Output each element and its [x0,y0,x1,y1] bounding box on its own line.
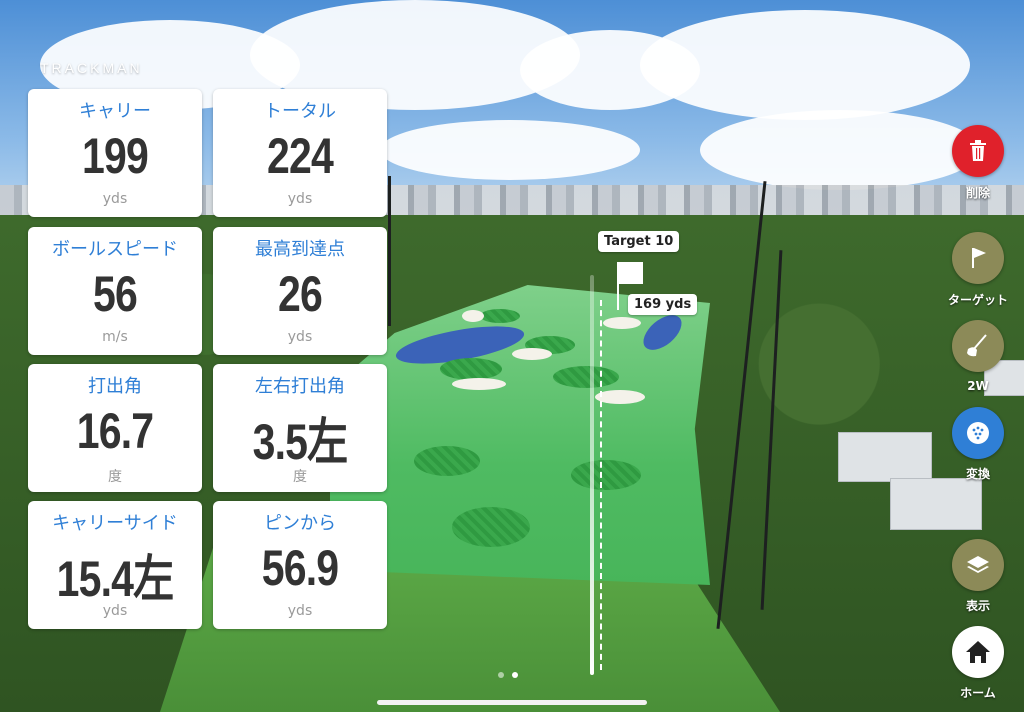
carry-line [600,300,602,670]
layers-icon [967,556,989,573]
cloud [640,10,970,120]
stat-label: トータル [264,101,336,122]
stat-card-launch-direction: 左右打出角 3.5左 度 [213,364,387,492]
net-pole [388,176,391,326]
stat-value: 3.5左 [252,414,349,470]
home-icon [966,641,990,663]
home-button[interactable] [952,626,1004,678]
bunker [512,348,552,360]
convert-button[interactable] [952,407,1004,459]
stat-unit: 度 [293,469,307,485]
target-name-tag: Target 10 [598,231,680,252]
view-button[interactable] [952,539,1004,591]
stat-label: 打出角 [88,376,142,397]
target-distance: 169 yds [634,297,692,312]
building [838,432,932,482]
flag-icon [972,248,986,268]
trash-icon [970,140,986,161]
stat-label: 左右打出角 [255,376,345,397]
target-green [480,309,520,323]
stat-value: 224 [267,128,334,184]
stat-value: 199 [82,128,149,184]
stat-value: 26 [278,266,323,322]
delete-button[interactable] [952,125,1004,177]
stat-unit: yds [287,191,313,207]
cloud [700,110,980,190]
page-dot[interactable] [498,672,504,678]
page-indicator[interactable] [498,672,518,678]
target-label: ターゲット [947,293,1008,307]
club-icon [967,334,987,357]
stat-label: キャリーサイド [52,513,178,534]
stat-unit: yds [287,603,313,619]
stat-card-from-pin: ピンから 56.9 yds [213,501,387,629]
stat-value: 15.4左 [56,551,175,607]
home-label: ホーム [960,686,996,700]
stat-value: 56.9 [261,540,339,596]
bunker [603,317,641,329]
convert-label: 変換 [965,467,990,481]
stat-card-carry-side: キャリーサイド 15.4左 yds [28,501,202,629]
target-flag-icon [619,262,643,284]
stat-value: 16.7 [76,403,154,459]
target-green [553,366,619,388]
delete-label: 削除 [965,186,990,200]
ball-trace [590,275,594,675]
club-label: 2W [967,379,989,393]
target-green [414,446,480,476]
cloud [380,120,640,180]
stat-label: ボールスピード [52,239,178,260]
stat-card-total: トータル 224 yds [213,89,387,217]
bunker [452,378,506,390]
target-name: Target 10 [604,234,674,249]
ball-icon [967,422,989,444]
target-green [440,358,502,380]
stat-label: 最高到達点 [255,239,345,260]
stat-unit: m/s [102,329,128,345]
target-button[interactable] [952,232,1004,284]
view-label: 表示 [965,599,990,613]
stat-card-launch-angle: 打出角 16.7 度 [28,364,202,492]
building [890,478,982,530]
stat-label: キャリー [79,101,151,122]
club-button[interactable] [952,320,1004,372]
stat-unit: yds [102,603,128,619]
page-dot-active[interactable] [512,672,518,678]
stat-unit: yds [102,191,128,207]
home-indicator-bar[interactable] [377,700,647,705]
bunker [595,390,645,404]
stat-unit: 度 [108,469,122,485]
stat-card-ball-speed: ボールスピード 56 m/s [28,227,202,355]
bunker [462,310,484,322]
stat-unit: yds [287,329,313,345]
target-green [452,507,530,547]
stat-card-carry: キャリー 199 yds [28,89,202,217]
stat-label: ピンから [264,513,336,534]
trackman-logo: TRACKMAN [40,60,143,76]
stat-value: 56 [93,266,138,322]
target-green [571,460,641,490]
target-distance-tag: 169 yds [628,294,698,315]
stat-card-max-height: 最高到達点 26 yds [213,227,387,355]
